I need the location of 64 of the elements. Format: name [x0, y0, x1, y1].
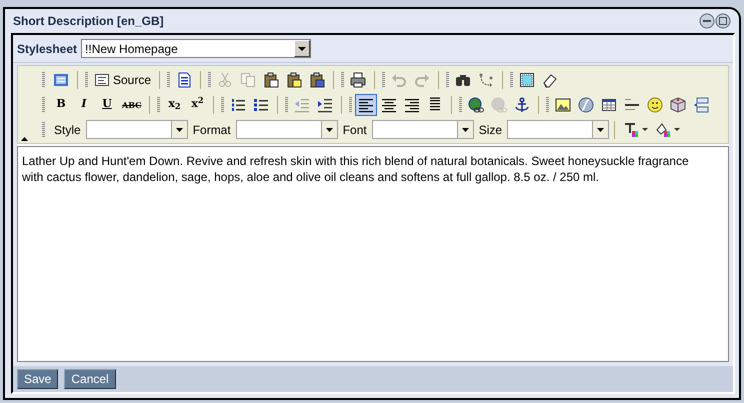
combo-select[interactable]	[372, 120, 474, 139]
source-button[interactable]: Source	[91, 68, 154, 90]
smiley-icon	[647, 96, 664, 112]
globe-link-icon	[468, 96, 484, 112]
indent-icon	[317, 96, 334, 112]
align-right-icon	[404, 96, 420, 112]
combo-label: Style	[54, 122, 81, 138]
collapse-icon[interactable]	[21, 137, 28, 141]
format-button[interactable]: I	[73, 94, 95, 116]
combo-label: Format	[192, 122, 231, 138]
replace-icon	[478, 72, 494, 88]
format-button[interactable]: x$_{2}$	[163, 94, 186, 116]
page-break-icon	[693, 96, 710, 112]
anchor-icon	[514, 96, 530, 112]
clipboard-icon	[309, 72, 326, 88]
table-icon	[601, 96, 618, 112]
combo-select[interactable]	[507, 120, 610, 139]
outdent-icon	[294, 96, 310, 112]
editor-text[interactable]: Lather Up and Hunt'em Down. Revive and refresh skin with this rich blend of natural botanicals. Sweet honeysuckle fragrance with cactus flower, dandelion, sage, hops, aloe and olive oil cleans and softens at full gallop. 8.5 oz. / 250 ml.	[17, 146, 729, 362]
printer-icon	[350, 72, 366, 88]
format-button[interactable]: U	[96, 94, 118, 116]
stylesheet-label: Stylesheet	[17, 40, 78, 58]
align-center-icon	[381, 96, 398, 112]
preview-icon	[53, 72, 69, 88]
source-icon	[94, 72, 110, 88]
caret-icon	[674, 128, 680, 131]
stylesheet-select[interactable]: !!New Homepage	[81, 39, 312, 58]
format-button[interactable]: ABC	[119, 94, 144, 116]
fill-color-icon	[655, 122, 672, 138]
image-icon	[555, 96, 572, 112]
align-left-icon	[358, 96, 374, 112]
cube-icon	[670, 96, 686, 112]
caret-icon	[642, 128, 648, 131]
maximize-icon[interactable]	[715, 13, 731, 29]
bullet-list-icon	[253, 96, 270, 112]
copy-icon	[240, 72, 256, 88]
format-button[interactable]: x$^{2}$	[186, 94, 208, 116]
window-title: Short Description [en_GB]	[13, 13, 164, 30]
minimize-icon[interactable]	[699, 13, 715, 29]
form-button[interactable]: Cancel	[64, 369, 116, 389]
numbered-list-icon	[230, 96, 246, 112]
globe-unlink-icon	[491, 96, 508, 112]
caret-icon	[462, 128, 469, 132]
horizontal-rule-icon	[624, 96, 640, 112]
clipboard-icon	[263, 72, 280, 88]
undo-icon	[391, 72, 408, 88]
document-icon	[176, 72, 192, 88]
caret-icon	[597, 128, 604, 132]
combo-select[interactable]	[236, 120, 338, 139]
text-color-icon	[623, 122, 640, 138]
caret-icon	[298, 46, 306, 50]
combo-label: Font	[342, 122, 367, 138]
caret-icon	[326, 128, 333, 132]
combo-label: Size	[478, 122, 502, 138]
align-left-button[interactable]	[355, 94, 378, 116]
scissors-icon	[217, 72, 234, 88]
redo-icon	[414, 72, 430, 88]
clipboard-icon	[286, 72, 302, 88]
select-all-icon	[519, 72, 536, 88]
eraser-icon	[542, 72, 558, 88]
combo-select[interactable]	[86, 120, 188, 139]
form-button[interactable]: Save	[17, 369, 58, 389]
format-button[interactable]: B	[50, 94, 72, 116]
caret-icon	[176, 128, 183, 132]
